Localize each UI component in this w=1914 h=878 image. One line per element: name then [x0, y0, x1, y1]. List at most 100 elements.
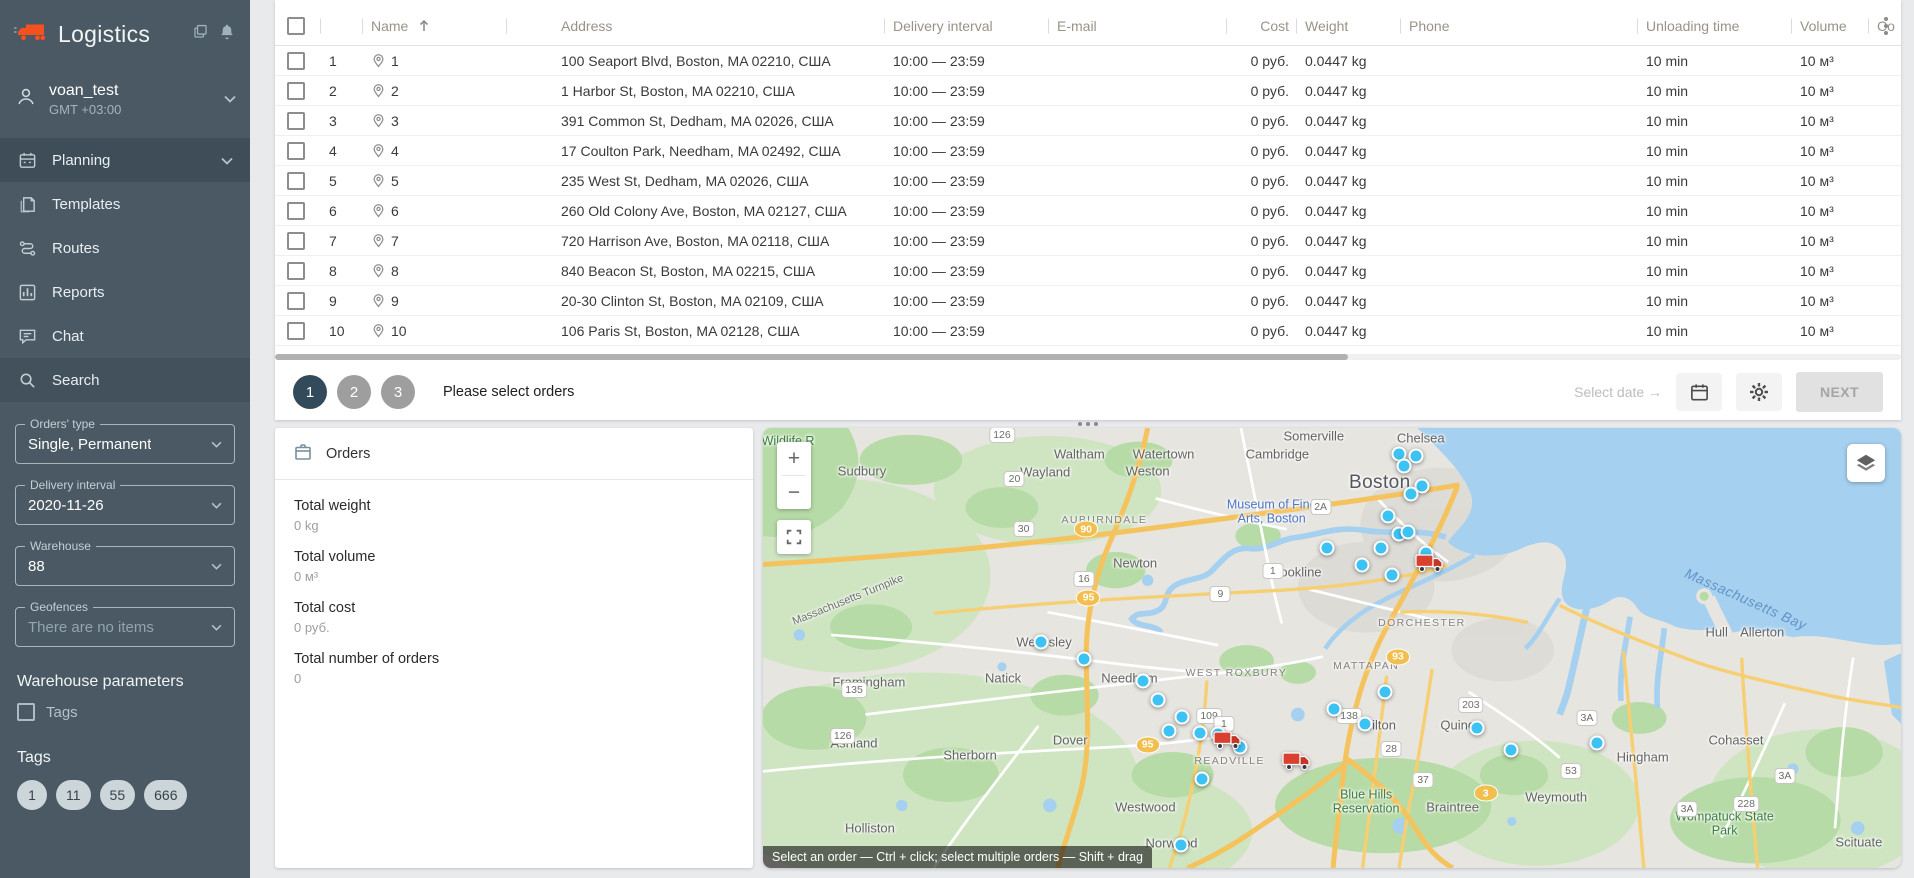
- row-checkbox[interactable]: [287, 82, 305, 100]
- sidebar-item[interactable]: Reports: [0, 270, 250, 314]
- row-checkbox[interactable]: [287, 52, 305, 70]
- sidebar-item[interactable]: Planning: [0, 138, 250, 182]
- app-header: Logistics: [0, 0, 250, 68]
- zoom-out-button[interactable]: −: [777, 476, 811, 509]
- order-marker[interactable]: [1033, 634, 1048, 649]
- fullscreen-button[interactable]: [777, 520, 811, 554]
- tag-chip[interactable]: 666: [144, 780, 187, 810]
- order-marker[interactable]: [1403, 487, 1418, 502]
- order-marker[interactable]: [1320, 540, 1335, 555]
- order-phone: [1401, 286, 1638, 315]
- sidebar-item[interactable]: Chat: [0, 314, 250, 358]
- order-marker[interactable]: [1150, 693, 1165, 708]
- order-marker[interactable]: [1373, 540, 1388, 555]
- truck-marker[interactable]: [1415, 552, 1445, 577]
- settings-button[interactable]: [1736, 373, 1782, 411]
- order-marker[interactable]: [1358, 716, 1373, 731]
- select-all-checkbox[interactable]: [287, 17, 305, 35]
- filter-select[interactable]: Orders' type Single, Permanent: [15, 424, 235, 464]
- row-checkbox[interactable]: [287, 292, 305, 310]
- column-header-address: Address: [507, 6, 885, 45]
- order-marker[interactable]: [1192, 726, 1207, 741]
- map-label: Sudbury: [838, 463, 886, 478]
- tag-chip[interactable]: 1: [17, 780, 47, 810]
- column-header-name[interactable]: Name: [363, 6, 507, 45]
- step-circle[interactable]: 1: [293, 375, 327, 409]
- order-marker[interactable]: [1162, 724, 1177, 739]
- order-weight: 0.0447 kg: [1297, 316, 1401, 345]
- order-marker[interactable]: [1469, 720, 1484, 735]
- zoom-in-button[interactable]: +: [777, 442, 811, 475]
- order-email: [1049, 316, 1227, 345]
- order-marker[interactable]: [1590, 736, 1605, 751]
- sidebar-item[interactable]: Templates: [0, 182, 250, 226]
- filter-select[interactable]: Delivery interval 2020-11-26: [15, 485, 235, 525]
- route-shield: 28: [1381, 741, 1402, 757]
- filter-select[interactable]: Warehouse 88: [15, 546, 235, 586]
- user-menu[interactable]: voan_test GMT +03:00: [0, 68, 250, 130]
- order-weight: 0.0447 kg: [1297, 106, 1401, 135]
- row-checkbox[interactable]: [287, 202, 305, 220]
- order-marker[interactable]: [1380, 509, 1395, 524]
- table-row[interactable]: 10 10 106 Paris St, Boston, MA 02128, СШ…: [275, 316, 1901, 346]
- scrollbar-thumb[interactable]: [275, 354, 1348, 360]
- truck-marker[interactable]: [1282, 750, 1312, 775]
- table-row[interactable]: 6 6 260 Old Colony Ave, Boston, MA 02127…: [275, 196, 1901, 226]
- summary-stat: Total weight 0 kg: [294, 498, 734, 533]
- table-row[interactable]: 8 8 840 Beacon St, Boston, MA 02215, США…: [275, 256, 1901, 286]
- kebab-menu-icon[interactable]: [1881, 14, 1891, 38]
- order-marker[interactable]: [1409, 449, 1424, 464]
- sidebar-item[interactable]: Routes: [0, 226, 250, 270]
- order-comment: [1869, 196, 1901, 225]
- row-checkbox[interactable]: [287, 232, 305, 250]
- table-row[interactable]: 3 3 391 Common St, Dedham, MA 02026, США…: [275, 106, 1901, 136]
- sidebar-item[interactable]: Search: [0, 358, 250, 402]
- route-shield: 2A: [1310, 499, 1331, 515]
- order-marker[interactable]: [1401, 524, 1416, 539]
- orders-summary-panel: Orders Total weight 0 kg Total volume 0 …: [275, 428, 753, 868]
- row-checkbox[interactable]: [287, 172, 305, 190]
- order-marker[interactable]: [1327, 702, 1342, 717]
- row-checkbox[interactable]: [287, 262, 305, 280]
- order-marker[interactable]: [1136, 674, 1151, 689]
- map-label: Hull: [1705, 625, 1727, 640]
- map[interactable]: Boston Somerville Cambridge Watertown Wa…: [763, 428, 1901, 868]
- step-circle[interactable]: 3: [381, 375, 415, 409]
- order-marker[interactable]: [1378, 685, 1393, 700]
- next-button[interactable]: NEXT: [1796, 372, 1883, 412]
- layers-button[interactable]: [1847, 444, 1885, 482]
- truck-marker[interactable]: [1213, 730, 1243, 755]
- order-volume: 10 м³: [1792, 76, 1869, 105]
- table-row[interactable]: 5 5 235 West St, Dedham, MA 02026, США 1…: [275, 166, 1901, 196]
- table-row[interactable]: 1 1 100 Seaport Blvd, Boston, MA 02210, …: [275, 46, 1901, 76]
- order-marker[interactable]: [1396, 458, 1411, 473]
- tags-checkbox[interactable]: [17, 703, 35, 721]
- order-marker[interactable]: [1195, 771, 1210, 786]
- step-circle[interactable]: 2: [337, 375, 371, 409]
- tag-chip[interactable]: 55: [100, 780, 136, 810]
- order-volume: 10 м³: [1792, 136, 1869, 165]
- notifications-icon[interactable]: [218, 23, 236, 46]
- row-checkbox[interactable]: [287, 142, 305, 160]
- row-checkbox[interactable]: [287, 112, 305, 130]
- order-marker[interactable]: [1174, 709, 1189, 724]
- order-marker[interactable]: [1173, 837, 1188, 852]
- order-marker[interactable]: [1385, 567, 1400, 582]
- table-row[interactable]: 7 7 720 Harrison Ave, Boston, MA 02118, …: [275, 226, 1901, 256]
- calendar-button[interactable]: [1676, 373, 1722, 411]
- table-row[interactable]: 9 9 20-30 Clinton St, Boston, MA 02109, …: [275, 286, 1901, 316]
- map-label: Braintree: [1426, 799, 1479, 814]
- tag-chip[interactable]: 11: [56, 780, 91, 810]
- order-marker[interactable]: [1503, 742, 1518, 757]
- row-checkbox[interactable]: [287, 322, 305, 340]
- stepper-hint: Please select orders: [443, 384, 574, 400]
- order-marker[interactable]: [1354, 557, 1369, 572]
- order-marker[interactable]: [1076, 652, 1091, 667]
- table-row[interactable]: 4 4 17 Coulton Park, Needham, MA 02492, …: [275, 136, 1901, 166]
- resize-handle[interactable]: [275, 420, 1901, 428]
- windows-icon[interactable]: [192, 23, 209, 45]
- table-row[interactable]: 2 2 1 Harbor St, Boston, MA 02210, США 1…: [275, 76, 1901, 106]
- filter-select[interactable]: Geofences There are no items: [15, 607, 235, 647]
- order-weight: 0.0447 kg: [1297, 226, 1401, 255]
- user-name: voan_test: [49, 82, 121, 100]
